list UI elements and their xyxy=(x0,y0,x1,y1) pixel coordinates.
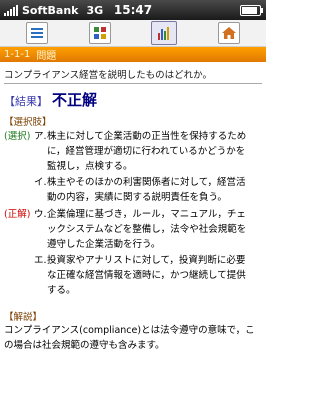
grid-icon[interactable] xyxy=(88,22,111,44)
result-row: 【結果】 不正解 xyxy=(0,84,266,110)
selected-tag: (選択) xyxy=(4,131,31,142)
toolbar xyxy=(0,20,266,47)
question-label: 問題 xyxy=(36,51,57,62)
question-header: 1-1-1 問題 xyxy=(0,47,266,62)
choice-text: 投資家やアナリストに対して，投資判断に必要な正確な経営情報を適時に，かつ継続して… xyxy=(47,255,246,296)
choice-tag xyxy=(4,176,34,206)
question-number: 1-1-1 xyxy=(4,49,31,60)
choice-e[interactable]: エ. 投資家やアナリストに対して，投資判断に必要な正確な経営情報を適時に，かつ継… xyxy=(0,254,266,298)
choice-u[interactable]: (正解) ウ. 企業倫理に基づき，ルール，マニュアル，チェックシステムなどを整備… xyxy=(0,208,266,252)
home-icon[interactable] xyxy=(217,22,240,44)
choice-tag xyxy=(4,254,34,298)
choices-heading: 【選択肢】 xyxy=(4,117,52,128)
result-label: 【結果】 xyxy=(4,95,48,108)
choice-a[interactable]: (選択) ア. 株主に対して企業活動の正当性を保持するために，経営管理が適切に行… xyxy=(0,130,266,174)
explanation-text: コンプライアンス(compliance)とは法令遵守の意味で，この場合は社会規範… xyxy=(4,324,255,351)
correct-tag: (正解) xyxy=(4,208,31,220)
status-bar: SoftBank 3G 15:47 xyxy=(0,0,266,20)
choice-text: 企業倫理に基づき，ルール，マニュアル，チェックシステムなどを整備し，法令や社会規… xyxy=(47,208,247,250)
clock: 15:47 xyxy=(113,3,153,17)
question-text: コンプライアンス経営を説明したものはどれか。 xyxy=(4,70,212,81)
choice-mark: イ. xyxy=(34,177,47,189)
battery-icon xyxy=(240,5,263,16)
choice-mark: エ. xyxy=(34,255,47,267)
menu-icon[interactable] xyxy=(26,22,49,44)
choice-text: 株主に対して企業活動の正当性を保持するために，経営管理が適切に行われているかどう… xyxy=(47,131,247,172)
explanation-heading: 【解説】 xyxy=(4,311,43,323)
choice-mark: ウ. xyxy=(34,208,47,220)
choice-i[interactable]: イ. 株主やそのほかの利害関係者に対して，経営活動の内容，実績に関する説明責任を… xyxy=(0,176,266,206)
choice-text: 株主やそのほかの利害関係者に対して，経営活動の内容，実績に関する説明責任を負う。 xyxy=(47,177,246,204)
chart-icon[interactable] xyxy=(151,21,178,45)
result-value: 不正解 xyxy=(52,91,98,109)
choice-mark: ア. xyxy=(34,131,47,142)
